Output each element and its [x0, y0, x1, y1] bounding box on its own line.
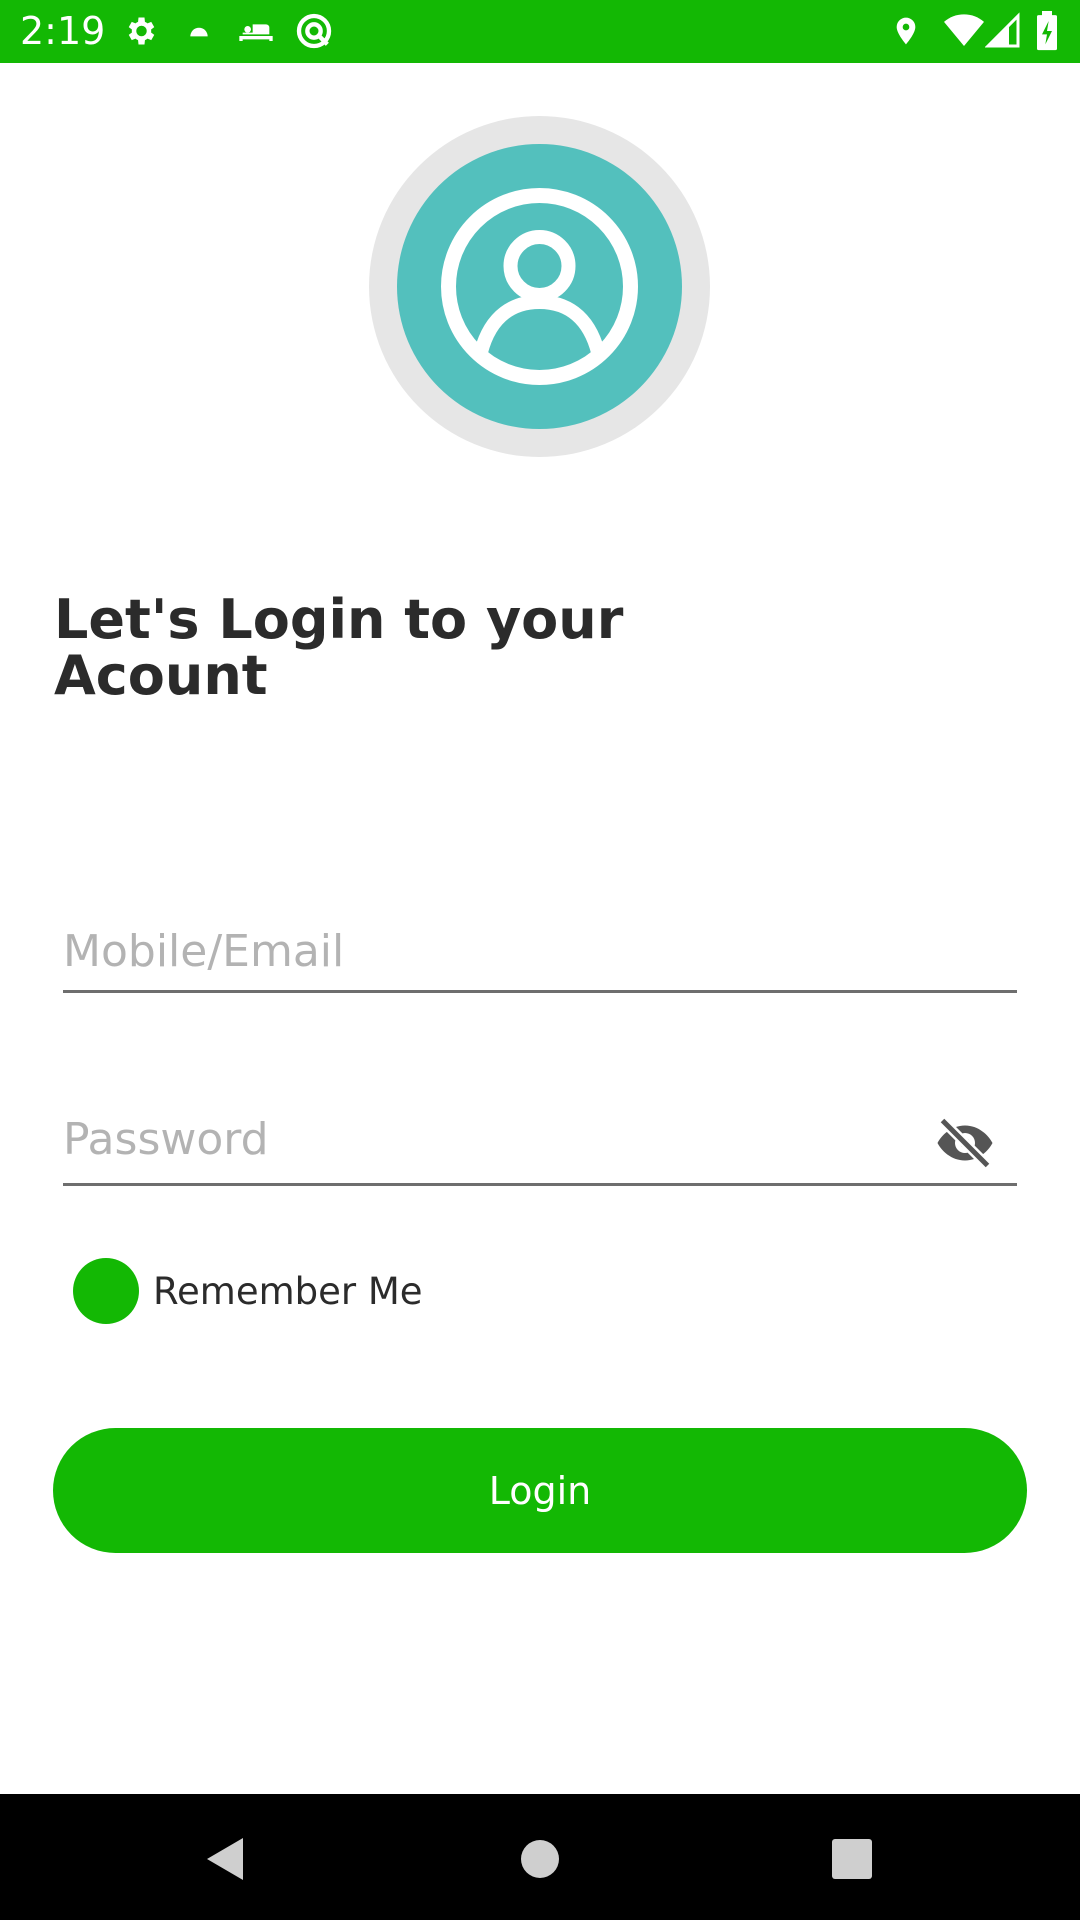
mobile-email-field[interactable] [63, 918, 1017, 993]
page-title: Let's Login to your Acount [54, 588, 624, 707]
gear-icon [128, 17, 155, 45]
q-circle-icon [296, 13, 332, 49]
password-input[interactable] [63, 1106, 923, 1172]
status-bar: 2:19 [0, 0, 1080, 63]
password-field[interactable] [63, 1106, 1017, 1186]
status-time: 2:19 [20, 9, 106, 53]
signal-icon [985, 12, 1020, 48]
home-icon[interactable] [515, 1834, 565, 1884]
mobile-email-input[interactable] [63, 918, 923, 984]
wifi-icon [944, 14, 984, 47]
android-icon [190, 27, 208, 37]
avatar [369, 116, 710, 457]
recents-icon[interactable] [827, 1834, 877, 1884]
location-icon [896, 17, 916, 45]
user-circle-icon [441, 188, 638, 385]
remember-me-radio[interactable] [73, 1258, 139, 1324]
navigation-bar [0, 1794, 1080, 1920]
login-button[interactable]: Login [53, 1428, 1027, 1553]
remember-me[interactable]: Remember Me [73, 1257, 423, 1325]
remember-me-label: Remember Me [153, 1269, 423, 1313]
back-icon[interactable] [201, 1834, 251, 1884]
bed-icon [239, 24, 273, 41]
eye-off-icon[interactable] [935, 1118, 995, 1168]
avatar-circle [397, 144, 682, 429]
battery-charging-icon [1037, 11, 1057, 51]
